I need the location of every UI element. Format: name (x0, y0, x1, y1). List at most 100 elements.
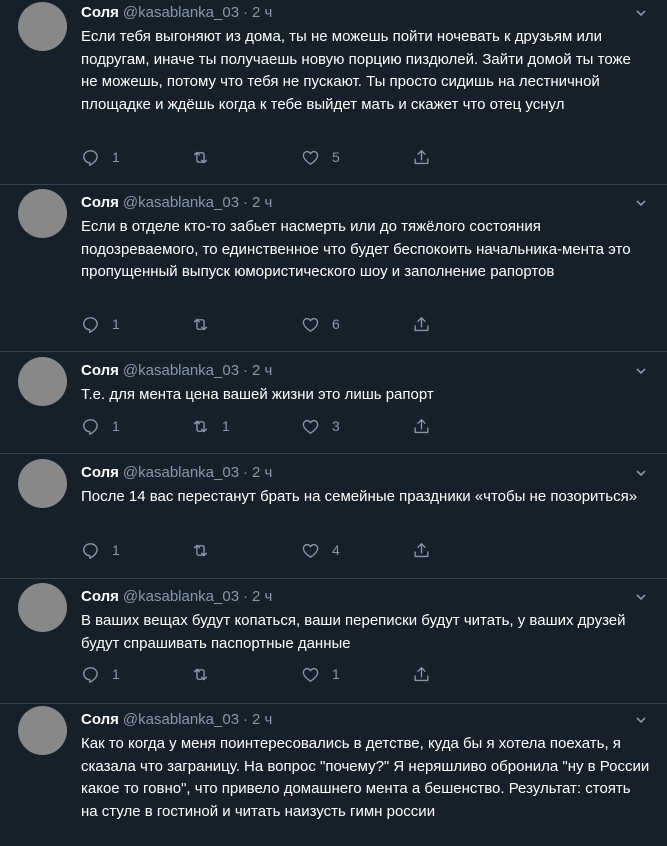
like-icon (302, 667, 319, 682)
like-button[interactable]: 4 (301, 540, 340, 560)
retweet-icon (193, 318, 208, 330)
separator-dot: · (243, 4, 249, 21)
reply-icon (83, 542, 98, 559)
reply-count: 1 (112, 316, 120, 332)
share-button[interactable] (412, 416, 431, 436)
chevron-down-icon[interactable] (635, 467, 647, 479)
like-icon (302, 317, 319, 332)
share-button[interactable] (412, 540, 431, 560)
separator-dot: · (243, 711, 249, 728)
avatar[interactable] (18, 357, 67, 406)
author-name[interactable]: Соля (81, 464, 119, 481)
separator-dot: · (243, 588, 249, 605)
tweet-time[interactable]: 2 ч (252, 362, 272, 379)
retweet-icon (193, 544, 208, 556)
tweet-header: Соля @kasablanka_03 · 2 ч (81, 710, 651, 730)
reply-count: 1 (112, 542, 120, 558)
tweet-text: Т.е. для мента цена вашей жизни это лишь… (81, 386, 434, 403)
reply-button[interactable]: 1 (81, 147, 120, 167)
like-button[interactable]: 3 (301, 416, 340, 436)
author-name[interactable]: Соля (81, 362, 119, 379)
author-handle[interactable]: @kasablanka_03 (123, 464, 239, 481)
author-name[interactable]: Соля (81, 588, 119, 605)
retweet-icon (193, 420, 208, 432)
like-icon (302, 543, 319, 558)
tweet-text: После 14 вас перестанут брать на семейны… (81, 488, 638, 505)
retweet-button[interactable] (191, 664, 222, 684)
reply-button[interactable]: 1 (81, 416, 120, 436)
share-icon (414, 418, 429, 433)
tweet-actions: 1 1 3 (81, 416, 461, 436)
like-button[interactable]: 6 (301, 314, 340, 334)
share-icon (414, 542, 429, 557)
reply-button[interactable]: 1 (81, 664, 120, 684)
timeline: Соля @kasablanka_03 · 2 ч Если тебя выгоняю… (0, 0, 667, 846)
author-name[interactable]: Соля (81, 4, 119, 21)
like-icon (302, 419, 319, 434)
tweet[interactable]: Соля @kasablanka_03 · 2 ч Т.е. для мента це… (0, 352, 667, 454)
retweet-button[interactable] (191, 147, 222, 167)
retweet-button[interactable]: 1 (191, 416, 230, 436)
share-button[interactable] (412, 314, 431, 334)
avatar[interactable] (18, 189, 67, 238)
author-handle[interactable]: @kasablanka_03 (123, 588, 239, 605)
like-count: 3 (332, 418, 340, 434)
tweet-time[interactable]: 2 ч (252, 588, 272, 605)
author-handle[interactable]: @kasablanka_03 (123, 194, 239, 211)
tweet-header: Соля @kasablanka_03 · 2 ч (81, 587, 651, 607)
tweet-header: Соля @kasablanka_03 · 2 ч (81, 463, 651, 483)
tweet[interactable]: Соля @kasablanka_03 · 2 ч После 14 вас пере… (0, 454, 667, 579)
tweet-actions: 1 1 (81, 664, 461, 684)
avatar[interactable] (18, 706, 67, 755)
author-handle[interactable]: @kasablanka_03 (123, 711, 239, 728)
author-handle[interactable]: @kasablanka_03 (123, 4, 239, 21)
tweet-text: Как то когда у меня поинтересовались в д… (81, 735, 650, 820)
reply-icon (83, 418, 98, 435)
chevron-down-icon[interactable] (635, 714, 647, 726)
tweet-actions: 1 4 (81, 540, 461, 560)
retweet-button[interactable] (191, 540, 222, 560)
chevron-down-icon[interactable] (635, 591, 647, 603)
author-name[interactable]: Соля (81, 711, 119, 728)
tweet[interactable]: Соля @kasablanka_03 · 2 ч Если тебя выгоняю… (0, 0, 667, 185)
tweet[interactable]: Соля @kasablanka_03 · 2 ч В ваших вещах буд… (0, 579, 667, 704)
tweet-time[interactable]: 2 ч (252, 711, 272, 728)
tweet-time[interactable]: 2 ч (252, 464, 272, 481)
share-icon (414, 666, 429, 681)
reply-icon (83, 149, 98, 166)
tweet-text: Если в отделе кто-то забьет насмерть или… (81, 218, 631, 280)
tweet-header: Соля @kasablanka_03 · 2 ч (81, 3, 651, 23)
separator-dot: · (243, 464, 249, 481)
tweet-actions: 1 5 (81, 147, 461, 167)
author-name[interactable]: Соля (81, 194, 119, 211)
avatar[interactable] (18, 459, 67, 508)
share-icon (414, 149, 429, 164)
chevron-down-icon[interactable] (635, 197, 647, 209)
like-count: 6 (332, 316, 340, 332)
tweet-actions: 1 6 (81, 314, 461, 334)
tweet[interactable]: Соля @kasablanka_03 · 2 ч Как то когда у ме… (0, 704, 667, 846)
share-button[interactable] (412, 664, 431, 684)
tweet-time[interactable]: 2 ч (252, 194, 272, 211)
separator-dot: · (243, 194, 249, 211)
reply-count: 1 (112, 418, 120, 434)
chevron-down-icon[interactable] (635, 7, 647, 19)
reply-count: 1 (112, 149, 120, 165)
avatar[interactable] (18, 2, 67, 51)
tweet-header: Соля @kasablanka_03 · 2 ч (81, 361, 651, 381)
avatar[interactable] (18, 583, 67, 632)
tweet-text: В ваших вещах будут копаться, ваши переп… (81, 612, 626, 652)
tweet-header: Соля @kasablanka_03 · 2 ч (81, 193, 651, 213)
like-button[interactable]: 5 (301, 147, 340, 167)
author-handle[interactable]: @kasablanka_03 (123, 362, 239, 379)
like-button[interactable]: 1 (301, 664, 340, 684)
reply-button[interactable]: 1 (81, 314, 120, 334)
like-count: 5 (332, 149, 340, 165)
reply-button[interactable]: 1 (81, 540, 120, 560)
like-count: 4 (332, 542, 340, 558)
chevron-down-icon[interactable] (635, 365, 647, 377)
tweet-time[interactable]: 2 ч (252, 4, 272, 21)
share-button[interactable] (412, 147, 431, 167)
tweet[interactable]: Соля @kasablanka_03 · 2 ч Если в отделе кто… (0, 185, 667, 352)
retweet-button[interactable] (191, 314, 222, 334)
